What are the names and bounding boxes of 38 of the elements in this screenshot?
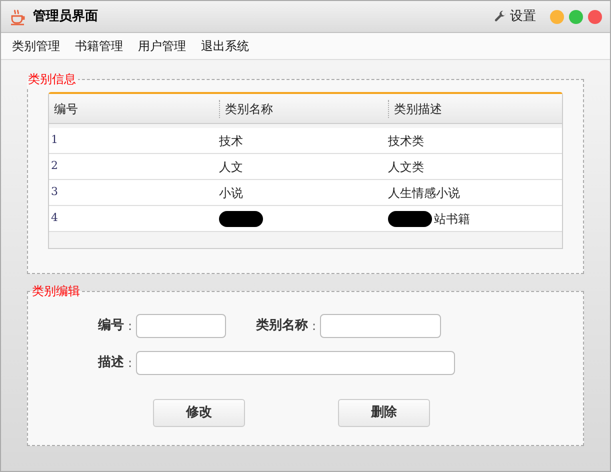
table-cell-text: 3 [51, 184, 58, 200]
menu-item[interactable]: 书籍管理 [75, 37, 123, 55]
table-cell-text: 站书籍 [434, 210, 470, 228]
field-label: 类别名称 [256, 317, 308, 336]
wrench-icon [494, 10, 507, 23]
table-cell-text: 技术类 [388, 132, 424, 150]
table-cell-text: 人文类 [388, 158, 424, 176]
column-header[interactable]: 类别名称 [219, 100, 388, 118]
table-cell-text: 人生情感小说 [388, 184, 460, 202]
action-button[interactable]: 修改 [153, 399, 245, 427]
colon: : [312, 318, 316, 335]
menu-item[interactable]: 退出系统 [201, 37, 249, 55]
menu-item[interactable]: 类别管理 [12, 37, 60, 55]
field-label: 编号 [98, 316, 124, 336]
cup-icon [9, 8, 27, 26]
table-cell-text: 技术 [219, 132, 243, 150]
input-field[interactable] [136, 314, 226, 338]
table-cell-text: 2 [51, 158, 58, 174]
input-field[interactable] [320, 314, 442, 338]
column-header[interactable]: 编号 [49, 100, 219, 118]
column-header[interactable]: 类别描述 [388, 100, 562, 118]
settings-button[interactable]: 设置 [494, 6, 536, 26]
window-title: 管理员界面 [33, 8, 98, 26]
minimize-button[interactable] [550, 10, 564, 24]
menu-item[interactable]: 用户管理 [138, 37, 186, 55]
panel-legend: 类别信息 [26, 70, 78, 88]
input-field[interactable] [136, 351, 456, 375]
colon: : [128, 318, 132, 335]
table-cell-text: 小说 [219, 184, 243, 202]
close-button[interactable] [588, 10, 602, 24]
colon: : [128, 355, 132, 372]
field-label: 描述 [98, 354, 124, 372]
table-cell-text: 人文 [219, 158, 243, 176]
action-button[interactable]: 删除 [338, 399, 430, 427]
maximize-button[interactable] [569, 10, 583, 24]
panel-legend: 类别编辑 [30, 282, 82, 300]
table-cell-text: 4 [51, 210, 58, 226]
table-cell-text: 1 [51, 132, 58, 148]
